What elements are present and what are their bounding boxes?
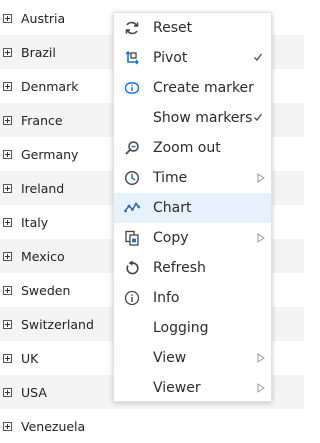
info-icon — [124, 290, 140, 306]
expand-icon[interactable] — [3, 115, 12, 125]
menu-item-label: Zoom out — [153, 140, 221, 156]
expand-icon[interactable] — [3, 387, 12, 397]
menu-item-label: View — [153, 350, 187, 366]
row-label: Brazil — [21, 44, 56, 60]
menu-item-label: Create marker — [153, 80, 254, 96]
expand-icon[interactable] — [3, 217, 12, 227]
row-label: Switzerland — [21, 316, 94, 332]
menu-item-zoom-out[interactable]: Zoom out — [114, 133, 271, 163]
menu-item-info[interactable]: Info — [114, 283, 271, 313]
list-item[interactable]: Venezuela — [0, 409, 304, 443]
menu-item-logging[interactable]: Logging — [114, 313, 271, 343]
menu-item-label: Chart — [153, 200, 192, 216]
chart-icon — [124, 200, 140, 216]
expand-icon[interactable] — [3, 183, 12, 193]
menu-item-label: Time — [153, 170, 188, 186]
row-label: France — [21, 112, 63, 128]
menu-item-pivot[interactable]: Pivot — [114, 43, 271, 73]
row-label: Venezuela — [21, 418, 86, 434]
menu-item-label: Refresh — [153, 260, 206, 276]
copy-icon — [124, 230, 140, 246]
expand-icon[interactable] — [3, 421, 12, 431]
time-icon — [124, 170, 140, 186]
refresh-icon — [124, 260, 140, 276]
menu-item-label: Logging — [153, 320, 209, 336]
menu-item-copy[interactable]: Copy — [114, 223, 271, 253]
submenu-arrow-icon — [257, 383, 265, 393]
expand-icon[interactable] — [3, 149, 12, 159]
menu-item-create-marker[interactable]: Create marker — [114, 73, 271, 103]
row-label: Ireland — [21, 180, 65, 196]
menu-item-time[interactable]: Time — [114, 163, 271, 193]
expand-icon[interactable] — [3, 13, 12, 23]
expand-icon[interactable] — [3, 47, 12, 57]
menu-item-show-markers[interactable]: Show markers — [114, 103, 271, 133]
menu-item-chart[interactable]: Chart — [114, 193, 271, 223]
menu-item-label: Pivot — [153, 50, 188, 66]
pivot-icon — [124, 50, 140, 66]
menu-item-label: Info — [153, 290, 180, 306]
expand-icon[interactable] — [3, 251, 12, 261]
submenu-arrow-icon — [257, 173, 265, 183]
expand-icon[interactable] — [3, 285, 12, 295]
row-label: Italy — [21, 214, 49, 230]
expand-icon[interactable] — [3, 353, 12, 363]
row-label: Denmark — [21, 78, 79, 94]
menu-item-label: Copy — [153, 230, 189, 246]
row-label: UK — [21, 350, 39, 366]
row-label: USA — [21, 384, 47, 400]
zoom-out-icon — [124, 140, 140, 156]
checkmark-icon — [253, 52, 263, 62]
context-menu: Reset Pivot Create marker Show markers Z… — [113, 12, 272, 402]
expand-icon[interactable] — [3, 81, 12, 91]
row-label: Sweden — [21, 282, 71, 298]
submenu-arrow-icon — [257, 353, 265, 363]
menu-item-label: Show markers — [153, 110, 253, 126]
reset-icon — [124, 20, 140, 36]
submenu-arrow-icon — [257, 233, 265, 243]
checkmark-icon — [253, 112, 263, 122]
menu-item-viewer[interactable]: Viewer — [114, 373, 271, 403]
create-marker-icon — [124, 80, 140, 96]
row-label: Germany — [21, 146, 79, 162]
menu-item-refresh[interactable]: Refresh — [114, 253, 271, 283]
row-label: Austria — [21, 10, 66, 26]
menu-item-reset[interactable]: Reset — [114, 13, 271, 43]
expand-icon[interactable] — [3, 319, 12, 329]
menu-item-label: Viewer — [153, 380, 201, 396]
row-label: Mexico — [21, 248, 65, 264]
menu-item-label: Reset — [153, 20, 193, 36]
menu-item-view[interactable]: View — [114, 343, 271, 373]
